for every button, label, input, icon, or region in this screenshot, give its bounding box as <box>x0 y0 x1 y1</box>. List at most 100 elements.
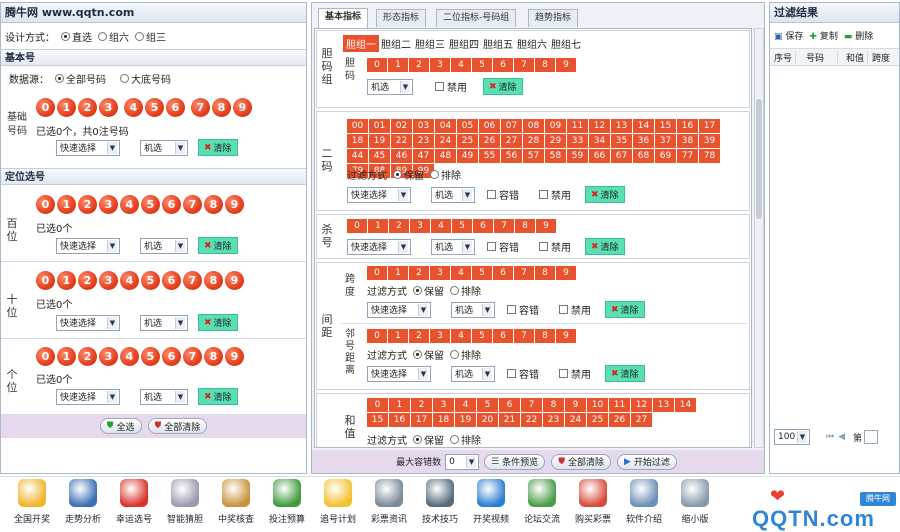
tab-two-digit[interactable]: 二位指标-号码组 <box>436 9 517 27</box>
span-num[interactable]: 8 <box>535 266 555 280</box>
sum-num[interactable]: 21 <box>499 413 520 427</box>
position-ball[interactable]: 9 <box>225 195 244 214</box>
kill-num[interactable]: 4 <box>431 219 451 233</box>
quick-select[interactable]: 快速选择 ▼ <box>347 238 411 255</box>
dan-num[interactable]: 7 <box>514 58 534 72</box>
kill-num[interactable]: 9 <box>536 219 556 233</box>
mid-clear-all-button[interactable]: ⛊ 全部清除 <box>551 453 611 470</box>
tolerance-checkbox[interactable] <box>507 305 516 314</box>
span-num[interactable]: 0 <box>367 266 387 280</box>
select-all-button[interactable]: ⛊ 全选 <box>99 418 142 434</box>
two-code-num[interactable]: 33 <box>567 134 588 148</box>
clear-button[interactable]: ✖ 清除 <box>198 314 238 331</box>
disable-checkbox[interactable] <box>435 82 444 91</box>
sum-num[interactable]: 12 <box>631 398 652 412</box>
two-code-num[interactable]: 49 <box>457 149 478 163</box>
save-button[interactable]: ▣ 保存 <box>774 29 803 42</box>
sum-num[interactable]: 8 <box>543 398 564 412</box>
scrollbar[interactable] <box>754 28 764 448</box>
two-code-num[interactable]: 36 <box>633 134 654 148</box>
two-code-num[interactable]: 18 <box>347 134 368 148</box>
two-code-num[interactable]: 48 <box>435 149 456 163</box>
dan-tab-2[interactable]: 胆组二 <box>379 35 413 52</box>
random-select[interactable]: 机选 ▼ <box>451 301 495 318</box>
dock-item[interactable]: 软件介绍 <box>622 479 666 525</box>
position-ball[interactable]: 2 <box>78 271 97 290</box>
position-ball[interactable]: 8 <box>204 347 223 366</box>
position-ball[interactable]: 1 <box>57 271 76 290</box>
two-code-num[interactable]: 46 <box>391 149 412 163</box>
two-code-num[interactable]: 29 <box>545 134 566 148</box>
two-code-num[interactable]: 11 <box>567 119 588 133</box>
position-ball[interactable]: 7 <box>183 271 202 290</box>
position-ball[interactable]: 9 <box>225 347 244 366</box>
kill-num[interactable]: 5 <box>452 219 472 233</box>
position-ball[interactable]: 1 <box>57 347 76 366</box>
two-code-num[interactable]: 34 <box>589 134 610 148</box>
position-ball[interactable]: 4 <box>120 195 139 214</box>
tab-trend[interactable]: 趋势指标 <box>528 9 579 27</box>
dock-item[interactable]: 论坛交流 <box>520 479 564 525</box>
adj-num[interactable]: 0 <box>367 329 387 343</box>
sum-num[interactable]: 26 <box>609 413 630 427</box>
two-code-num[interactable]: 07 <box>501 119 522 133</box>
position-ball[interactable]: 4 <box>120 347 139 366</box>
kill-num[interactable]: 8 <box>515 219 535 233</box>
clear-button[interactable]: ✖ 清除 <box>605 365 645 382</box>
dan-tab-4[interactable]: 胆组四 <box>447 35 481 52</box>
two-code-num[interactable]: 37 <box>655 134 676 148</box>
two-code-num[interactable]: 02 <box>391 119 412 133</box>
sum-num[interactable]: 19 <box>455 413 476 427</box>
basic-ball[interactable]: 7 <box>191 98 210 117</box>
sum-num[interactable]: 5 <box>477 398 498 412</box>
dock-item[interactable]: 幸运选号 <box>112 479 156 525</box>
quick-select[interactable]: 快速选择 ▼ <box>56 139 120 156</box>
sum-num[interactable]: 16 <box>389 413 410 427</box>
random-select[interactable]: 机选 ▼ <box>140 237 188 254</box>
tolerance-checkbox[interactable] <box>507 369 516 378</box>
mode-radio-zusan[interactable] <box>135 31 144 41</box>
two-code-num[interactable]: 05 <box>457 119 478 133</box>
position-ball[interactable]: 0 <box>36 195 55 214</box>
col-sum[interactable]: 和值 <box>838 50 868 64</box>
delete-button[interactable]: ▬ 删除 <box>844 29 873 42</box>
two-code-num[interactable]: 58 <box>545 149 566 163</box>
mode-radio-zuliu[interactable] <box>98 31 107 41</box>
sum-num[interactable]: 20 <box>477 413 498 427</box>
kill-num[interactable]: 3 <box>410 219 430 233</box>
keep-radio[interactable] <box>413 286 422 295</box>
dock-item[interactable]: 开奖视频 <box>469 479 513 525</box>
adj-num[interactable]: 2 <box>409 329 429 343</box>
kill-num[interactable]: 1 <box>368 219 388 233</box>
two-code-num[interactable]: 28 <box>523 134 544 148</box>
basic-ball[interactable]: 3 <box>99 98 118 117</box>
adj-num[interactable]: 6 <box>493 329 513 343</box>
dock-item[interactable]: 追号计划 <box>316 479 360 525</box>
dock-item[interactable]: 走势分析 <box>61 479 105 525</box>
exclude-radio[interactable] <box>450 435 459 444</box>
dan-tab-6[interactable]: 胆组六 <box>515 35 549 52</box>
quick-select[interactable]: 快速选择 ▼ <box>56 388 120 405</box>
clear-all-button[interactable]: ⛊ 全部清除 <box>147 418 208 434</box>
dock-item[interactable]: 技术技巧 <box>418 479 462 525</box>
kill-num[interactable]: 0 <box>347 219 367 233</box>
keep-radio[interactable] <box>393 170 402 179</box>
dan-num[interactable]: 2 <box>409 58 429 72</box>
dock-item[interactable]: 彩票资讯 <box>367 479 411 525</box>
sum-num[interactable]: 3 <box>433 398 454 412</box>
dan-num[interactable]: 5 <box>472 58 492 72</box>
source-radio-all[interactable] <box>55 73 64 83</box>
two-code-num[interactable]: 69 <box>655 149 676 163</box>
position-ball[interactable]: 1 <box>57 195 76 214</box>
exclude-radio[interactable] <box>450 350 459 359</box>
col-index[interactable]: 序号 <box>770 50 796 64</box>
two-code-num[interactable]: 27 <box>501 134 522 148</box>
two-code-num[interactable]: 26 <box>479 134 500 148</box>
tab-basic[interactable]: 基本指标 <box>318 8 369 28</box>
dan-num[interactable]: 9 <box>556 58 576 72</box>
two-code-num[interactable]: 47 <box>413 149 434 163</box>
span-num[interactable]: 7 <box>514 266 534 280</box>
position-ball[interactable]: 9 <box>225 271 244 290</box>
copy-button[interactable]: ✚ 复制 <box>809 29 837 42</box>
quick-select[interactable]: 快速选择 ▼ <box>367 365 431 382</box>
